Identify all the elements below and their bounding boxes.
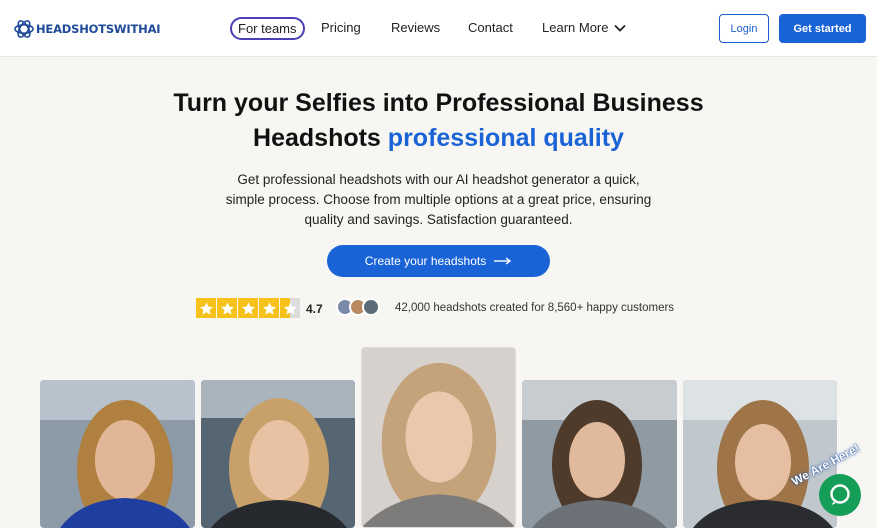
customer-avatars [336, 298, 386, 318]
chat-button[interactable] [819, 474, 861, 516]
star-icon [259, 298, 279, 318]
top-navbar: HEADSHOTSWITHAI For teams Pricing Review… [0, 0, 877, 57]
avatar [362, 298, 380, 316]
star-half-icon [280, 298, 300, 318]
nav-for-teams[interactable]: For teams [230, 17, 305, 40]
hero-title: Turn your Selfies into Professional Busi… [0, 86, 877, 156]
arrow-right-icon [494, 257, 512, 265]
headshot-photo [201, 380, 355, 528]
nav-reviews[interactable]: Reviews [391, 20, 440, 35]
hero-subtitle: Get professional headshots with our AI h… [225, 172, 652, 227]
star-rating [196, 298, 301, 318]
login-button[interactable]: Login [719, 14, 769, 43]
brand-logo[interactable]: HEADSHOTSWITHAI [12, 16, 161, 42]
chat-bubble-icon [830, 484, 850, 505]
star-icon [238, 298, 258, 318]
nav-pricing[interactable]: Pricing [321, 20, 361, 35]
brand-name: HEADSHOTSWITHAI [36, 22, 161, 36]
nav-learn-more[interactable]: Learn More [542, 20, 627, 35]
star-icon [196, 298, 216, 318]
nav-contact[interactable]: Contact [468, 20, 513, 35]
create-headshots-label: Create your headshots [364, 254, 487, 268]
hero-title-accent: professional quality [387, 124, 624, 152]
hero-title-line2: Headshots professional quality [0, 121, 877, 156]
star-icon [217, 298, 237, 318]
get-started-button[interactable]: Get started [779, 14, 866, 43]
headshot-photo [361, 347, 516, 528]
create-headshots-button[interactable]: Create your headshots [327, 245, 550, 277]
headshot-photo [40, 380, 195, 528]
hero-title-line1: Turn your Selfies into Professional Busi… [173, 89, 704, 117]
hero-title-plain: Headshots [253, 124, 388, 152]
openai-logo-icon [14, 20, 34, 38]
rating-score: 4.7 [306, 302, 323, 316]
nav-learn-more-label: Learn More [542, 20, 609, 35]
headshot-photo [522, 380, 677, 528]
customers-count-text: 42,000 headshots created for 8,560+ happ… [395, 302, 675, 314]
chevron-down-icon [614, 24, 627, 32]
